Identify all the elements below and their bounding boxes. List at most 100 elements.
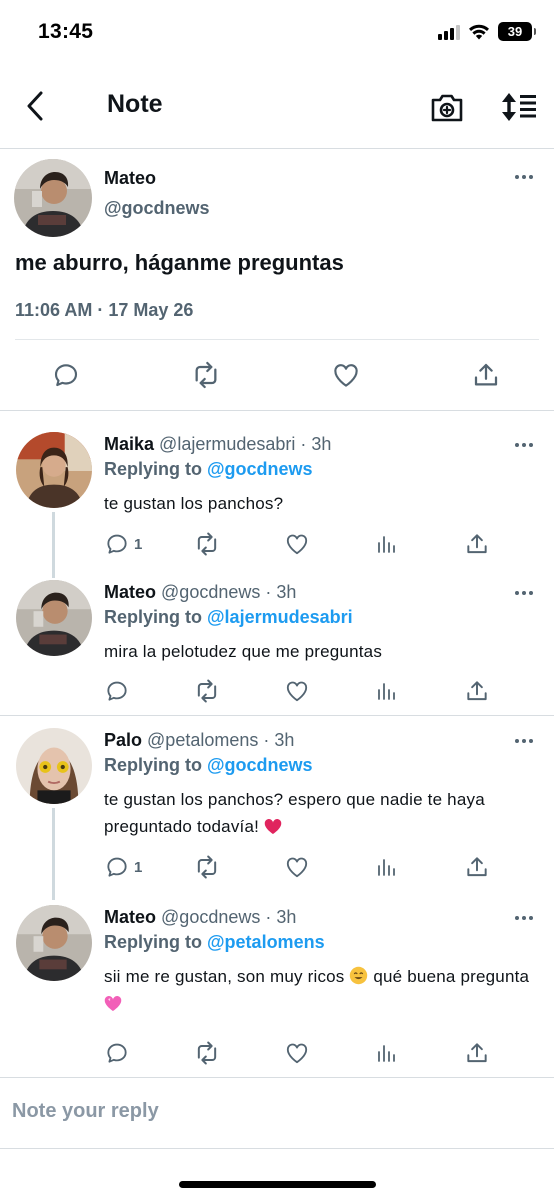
more-options-icon[interactable]: [514, 590, 534, 596]
share-icon: [471, 360, 501, 390]
post-timestamp: 11:06 AM · 17 May 26: [15, 300, 194, 320]
reply-icon: [104, 531, 130, 557]
repost-button[interactable]: [193, 1038, 221, 1068]
reply-button[interactable]: 1: [104, 529, 142, 559]
heart-icon: [284, 854, 310, 880]
reply-button[interactable]: [104, 676, 134, 706]
share-icon: [464, 1040, 490, 1066]
author-name[interactable]: Mateo: [104, 907, 156, 927]
reply-button[interactable]: [49, 358, 83, 392]
views-icon: [375, 679, 399, 703]
share-icon: [464, 531, 490, 557]
repost-button[interactable]: [193, 529, 221, 559]
reply-header: Maika @lajermudesabri · 3h: [104, 434, 331, 455]
reply-text: te gustan los panchos?: [104, 494, 284, 513]
post-text: me aburro, háganme preguntas: [15, 250, 344, 275]
share-button[interactable]: [469, 358, 503, 392]
back-button[interactable]: [18, 86, 52, 126]
reply-actions: [0, 676, 554, 712]
avatar[interactable]: [16, 905, 92, 981]
camera-button[interactable]: [428, 88, 466, 126]
like-button[interactable]: [329, 358, 363, 392]
replying-to-link[interactable]: @gocdnews: [207, 755, 313, 775]
avatar[interactable]: [14, 159, 92, 237]
reply-button[interactable]: [104, 1038, 134, 1068]
views-icon: [375, 1041, 399, 1065]
top-bar: Note: [0, 66, 554, 149]
like-button[interactable]: [284, 676, 310, 706]
reply-input[interactable]: [12, 1100, 512, 1123]
views-icon: [375, 532, 399, 556]
avatar[interactable]: [16, 432, 92, 508]
more-options-icon[interactable]: [514, 442, 534, 448]
replying-to-link[interactable]: @lajermudesabri: [207, 607, 353, 627]
heart-icon: [284, 1040, 310, 1066]
replying-to-link[interactable]: @petalomens: [207, 932, 325, 952]
share-icon: [464, 678, 490, 704]
views-button[interactable]: [375, 529, 399, 559]
repost-button[interactable]: [189, 358, 223, 392]
like-button[interactable]: [284, 852, 310, 882]
author-meta[interactable]: @gocdnews · 3h: [161, 907, 296, 927]
reply-icon: [51, 360, 81, 390]
sort-icon: [502, 93, 536, 121]
more-options-icon[interactable]: [514, 174, 534, 180]
more-options-icon[interactable]: [514, 738, 534, 744]
reply-count: 1: [134, 858, 143, 876]
reply-actions: 1: [0, 852, 554, 888]
replying-to: Replying to @lajermudesabri: [104, 607, 353, 627]
battery-icon: 39: [498, 22, 536, 41]
replying-to: Replying to @petalomens: [104, 932, 325, 952]
camera-plus-icon: [431, 94, 463, 122]
repost-button[interactable]: [193, 676, 221, 706]
status-indicators: 39: [438, 22, 536, 41]
reply-text: sii me re gustan, son muy ricos qué buen…: [104, 963, 534, 1017]
wifi-icon: [469, 24, 489, 40]
author-handle[interactable]: @gocdnews: [104, 198, 210, 219]
replying-to: Replying to @gocdnews: [104, 755, 313, 775]
status-bar: 13:45 39: [0, 0, 554, 66]
reply-count: 1: [134, 535, 143, 553]
replying-to-link[interactable]: @gocdnews: [207, 459, 313, 479]
home-indicator[interactable]: [179, 1181, 376, 1188]
sort-replies-button[interactable]: [498, 88, 540, 126]
avatar[interactable]: [16, 580, 92, 656]
reply-text: mira la pelotudez que me preguntas: [104, 642, 383, 661]
views-button[interactable]: [375, 852, 399, 882]
author-name[interactable]: Maika: [104, 434, 154, 454]
reply-text: te gustan los panchos? espero que nadie …: [104, 790, 485, 836]
views-icon: [375, 855, 399, 879]
replying-to: Replying to @gocdnews: [104, 459, 313, 479]
reply-icon: [104, 1040, 130, 1066]
avatar[interactable]: [16, 728, 92, 804]
reply-icon: [104, 678, 130, 704]
share-button[interactable]: [464, 676, 490, 706]
author-name[interactable]: Mateo: [104, 582, 156, 602]
share-button[interactable]: [464, 852, 490, 882]
reply-icon: [104, 854, 130, 880]
repost-icon: [190, 359, 222, 391]
repost-button[interactable]: [193, 852, 221, 882]
author-name[interactable]: Palo: [104, 730, 142, 750]
author-name[interactable]: Mateo: [104, 168, 156, 189]
pink-heart-icon: [104, 995, 122, 1011]
repost-icon: [193, 677, 221, 705]
more-options-icon[interactable]: [514, 915, 534, 921]
like-button[interactable]: [284, 1038, 310, 1068]
share-button[interactable]: [464, 529, 490, 559]
author-meta[interactable]: @gocdnews · 3h: [161, 582, 296, 602]
repost-icon: [193, 530, 221, 558]
reply-actions: 1: [0, 529, 554, 565]
author-meta[interactable]: @petalomens · 3h: [147, 730, 294, 750]
cellular-signal-icon: [438, 24, 460, 40]
like-button[interactable]: [284, 529, 310, 559]
heart-icon: [284, 678, 310, 704]
reply-header: Mateo @gocdnews · 3h: [104, 907, 296, 928]
page-title: Note: [107, 90, 163, 118]
views-button[interactable]: [375, 1038, 399, 1068]
share-button[interactable]: [464, 1038, 490, 1068]
reply-button[interactable]: 1: [104, 852, 142, 882]
chevron-left-icon: [27, 91, 43, 121]
views-button[interactable]: [375, 676, 399, 706]
author-meta[interactable]: @lajermudesabri · 3h: [159, 434, 331, 454]
